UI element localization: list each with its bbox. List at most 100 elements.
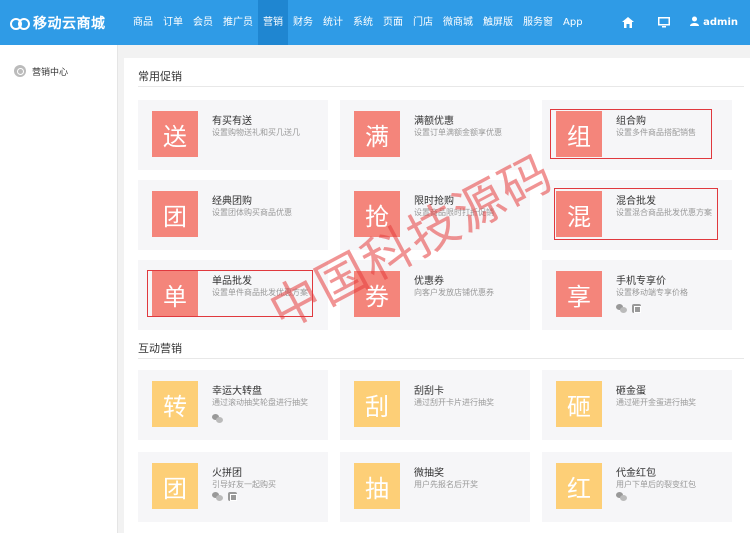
- card-title: 满额优惠: [414, 116, 454, 127]
- card-glyph: 券: [354, 271, 400, 317]
- card-title: 单品批发: [212, 276, 252, 287]
- channel-icons: [616, 304, 641, 313]
- card-glyph: 满: [354, 111, 400, 157]
- card-glyph: 抽: [354, 463, 400, 509]
- app-icon: [632, 304, 641, 313]
- nav-item-stores[interactable]: 门店: [408, 0, 438, 45]
- game-card-red-packet[interactable]: 红 代金红包 用户下单后的裂变红包: [542, 452, 732, 522]
- promo-card-single-wholesale[interactable]: 单 单品批发 设置单件商品批发优惠方案: [138, 260, 328, 330]
- card-desc: 设置购物送礼和买几送几: [212, 128, 300, 137]
- promo-card-flash-sale[interactable]: 抢 限时抢购 设置商品限时打折促销: [340, 180, 530, 250]
- card-title: 手机专享价: [616, 276, 666, 287]
- card-desc: 通过砸开金蛋进行抽奖: [616, 398, 696, 407]
- card-glyph: 转: [152, 381, 198, 427]
- nav-item-promoters[interactable]: 推广员: [218, 0, 258, 45]
- nav-item-orders[interactable]: 订单: [158, 0, 188, 45]
- channel-icons: [212, 414, 223, 423]
- marketing-center-icon: [14, 65, 26, 77]
- card-title: 刮刮卡: [414, 386, 444, 397]
- card-desc: 设置订单满额金额享优惠: [414, 128, 502, 137]
- nav-item-touch[interactable]: 触屏版: [478, 0, 518, 45]
- card-glyph: 刮: [354, 381, 400, 427]
- card-title: 混合批发: [616, 196, 656, 207]
- card-title: 火拼团: [212, 468, 242, 479]
- promo-card-coupon[interactable]: 券 优惠券 向客户发放店铺优惠券: [340, 260, 530, 330]
- nav-item-stats[interactable]: 统计: [318, 0, 348, 45]
- game-card-lottery[interactable]: 抽 微抽奖 用户先报名后开奖: [340, 452, 530, 522]
- nav-item-marketing[interactable]: 营销: [258, 0, 288, 45]
- wechat-icon: [212, 414, 223, 423]
- card-title: 代金红包: [616, 468, 656, 479]
- card-title: 微抽奖: [414, 468, 444, 479]
- promo-card-full-discount[interactable]: 满 满额优惠 设置订单满额金额享优惠: [340, 100, 530, 170]
- card-desc: 设置混合商品批发优惠方案: [616, 208, 712, 217]
- promo-card-group-buy[interactable]: 团 经典团购 设置团体购买商品优惠: [138, 180, 328, 250]
- game-card-wheel[interactable]: 转 幸运大转盘 通过滚动抽奖轮盘进行抽奖: [138, 370, 328, 440]
- user-icon: [690, 16, 700, 29]
- card-desc: 用户下单后的裂变红包: [616, 480, 696, 489]
- user-menu[interactable]: admin: [682, 0, 750, 45]
- promo-card-gift[interactable]: 送 有买有送 设置购物送礼和买几送几: [138, 100, 328, 170]
- card-desc: 设置单件商品批发优惠方案: [212, 288, 308, 297]
- wechat-icon: [616, 492, 627, 501]
- nav-item-goods[interactable]: 商品: [128, 0, 158, 45]
- main-panel: 常用促销 送 有买有送 设置购物送礼和买几送几 满 满额优惠 设置订单满额金额享…: [124, 58, 750, 533]
- channel-icons: [616, 492, 627, 501]
- app-icon: [228, 492, 237, 501]
- card-glyph: 红: [556, 463, 602, 509]
- logo-text: 移动云商城: [33, 15, 106, 32]
- card-glyph: 混: [556, 191, 602, 237]
- game-card-egg[interactable]: 砸 砸金蛋 通过砸开金蛋进行抽奖: [542, 370, 732, 440]
- sidebar-item-marketing-center[interactable]: 营销中心: [0, 59, 117, 83]
- monitor-icon[interactable]: [646, 0, 682, 45]
- wechat-icon: [212, 492, 223, 501]
- card-desc: 设置移动端专享价格: [616, 288, 688, 297]
- game-card-scratch[interactable]: 刮 刮刮卡 通过刮开卡片进行抽奖: [340, 370, 530, 440]
- nav-item-app[interactable]: App: [558, 0, 588, 45]
- promo-card-mobile-price[interactable]: 享 手机专享价 设置移动端专享价格: [542, 260, 732, 330]
- card-glyph: 砸: [556, 381, 602, 427]
- card-title: 砸金蛋: [616, 386, 646, 397]
- card-title: 幸运大转盘: [212, 386, 262, 397]
- card-title: 限时抢购: [414, 196, 454, 207]
- nav-item-system[interactable]: 系统: [348, 0, 378, 45]
- card-title: 经典团购: [212, 196, 252, 207]
- card-desc: 用户先报名后开奖: [414, 480, 478, 489]
- promo-card-mixed-wholesale[interactable]: 混 混合批发 设置混合商品批发优惠方案: [542, 180, 732, 250]
- card-glyph: 团: [152, 191, 198, 237]
- section-title-interactive: 互动营销: [138, 342, 182, 355]
- section-divider: [138, 86, 744, 87]
- logo[interactable]: 移动云商城: [0, 0, 116, 45]
- card-desc: 设置多件商品搭配销售: [616, 128, 696, 137]
- card-title: 优惠券: [414, 276, 444, 287]
- card-glyph: 组: [556, 111, 602, 157]
- wechat-icon: [616, 304, 627, 313]
- nav-item-finance[interactable]: 财务: [288, 0, 318, 45]
- nav-item-members[interactable]: 会员: [188, 0, 218, 45]
- promo-card-combo[interactable]: 组 组合购 设置多件商品搭配销售: [542, 100, 732, 170]
- nav-item-service-window[interactable]: 服务窗: [518, 0, 558, 45]
- card-glyph: 单: [152, 271, 198, 317]
- card-desc: 设置商品限时打折促销: [414, 208, 494, 217]
- game-card-group-fight[interactable]: 团 火拼团 引导好友一起购买: [138, 452, 328, 522]
- card-desc: 引导好友一起购买: [212, 480, 276, 489]
- card-glyph: 送: [152, 111, 198, 157]
- nav-item-pages[interactable]: 页面: [378, 0, 408, 45]
- top-right-tools: admin: [610, 0, 750, 45]
- home-icon[interactable]: [610, 0, 646, 45]
- card-glyph: 团: [152, 463, 198, 509]
- section-title-common: 常用促销: [138, 70, 182, 83]
- card-desc: 设置团体购买商品优惠: [212, 208, 292, 217]
- card-desc: 通过刮开卡片进行抽奖: [414, 398, 494, 407]
- card-title: 组合购: [616, 116, 646, 127]
- main-nav: 商品 订单 会员 推广员 营销 财务 统计 系统 页面 门店 微商城 触屏版 服…: [128, 0, 588, 45]
- card-glyph: 抢: [354, 191, 400, 237]
- channel-icons: [212, 492, 237, 501]
- username: admin: [703, 17, 738, 28]
- cloud-logo-icon: [10, 16, 30, 30]
- card-glyph: 享: [556, 271, 602, 317]
- nav-item-wechat-mall[interactable]: 微商城: [438, 0, 478, 45]
- top-navbar: 移动云商城 商品 订单 会员 推广员 营销 财务 统计 系统 页面 门店 微商城…: [0, 0, 750, 45]
- card-desc: 通过滚动抽奖轮盘进行抽奖: [212, 398, 308, 407]
- sidebar-item-label: 营销中心: [32, 67, 69, 78]
